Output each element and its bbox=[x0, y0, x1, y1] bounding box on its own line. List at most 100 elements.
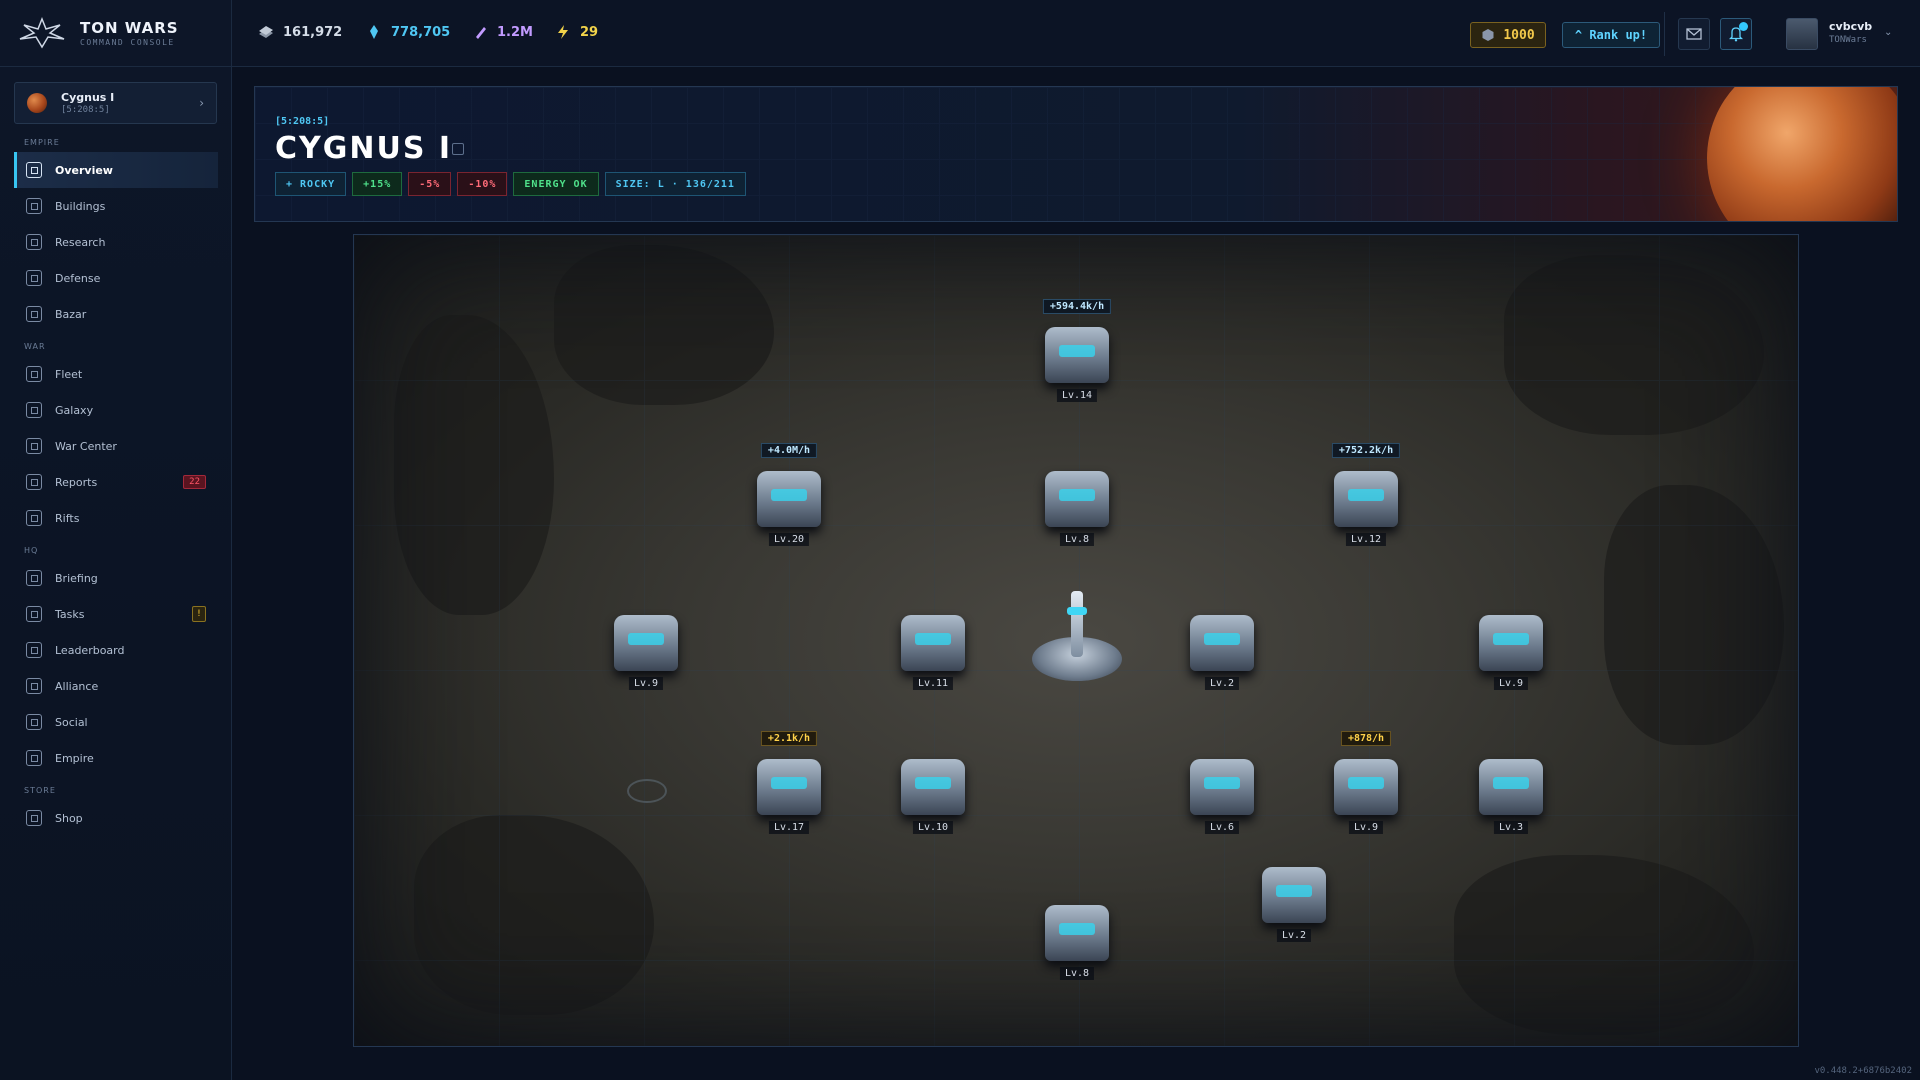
user-subtitle: TONWars bbox=[1829, 35, 1867, 45]
building-level: Lv.10 bbox=[912, 821, 954, 834]
building-robotics-factory[interactable]: Lv.11 bbox=[888, 603, 978, 703]
building-level: Lv.9 bbox=[1348, 821, 1384, 834]
metal-resource: 161,972 bbox=[258, 24, 342, 40]
sidebar-item-overview[interactable]: Overview bbox=[14, 152, 218, 188]
sidebar-item-galaxy[interactable]: Galaxy bbox=[0, 392, 232, 428]
deuterium-resource: 1.2M bbox=[472, 24, 533, 40]
sidebar-item-label: Overview bbox=[55, 163, 113, 177]
gold-balance[interactable]: 1000 bbox=[1470, 22, 1546, 48]
command-center[interactable] bbox=[1022, 587, 1132, 697]
bazar-icon bbox=[26, 306, 42, 322]
app-title: TON WARS bbox=[80, 19, 179, 37]
avatar[interactable] bbox=[1786, 18, 1818, 50]
planet-tags: + ROCKY +15% -5% -10% ENERGY OK SIZE: L … bbox=[275, 172, 746, 196]
notifications-button[interactable] bbox=[1720, 18, 1752, 50]
sidebar-item-label: Research bbox=[55, 235, 106, 249]
crystal-icon bbox=[370, 25, 378, 39]
building-silo[interactable]: Lv.3 bbox=[1466, 747, 1556, 847]
tag-crystal-penalty: -5% bbox=[408, 172, 452, 196]
sidebar-item-research[interactable]: Research bbox=[0, 224, 232, 260]
tasks-alert-badge: ! bbox=[192, 606, 206, 622]
sidebar-item-rifts[interactable]: Rifts bbox=[0, 500, 232, 536]
building-level: Lv.17 bbox=[768, 821, 810, 834]
sidebar-item-reports[interactable]: Reports 22 bbox=[0, 464, 232, 500]
building-level: Lv.9 bbox=[1493, 677, 1529, 690]
sidebar-item-label: Galaxy bbox=[55, 403, 94, 417]
defense-icon bbox=[26, 270, 42, 286]
planet-header: [5:208:5] CYGNUS I + ROCKY +15% -5% -10%… bbox=[254, 86, 1898, 222]
building-crystal-mine[interactable]: +752.2k/h Lv.12 bbox=[1321, 443, 1411, 559]
tasks-icon bbox=[26, 606, 42, 622]
alliance-icon bbox=[26, 678, 42, 694]
deuterium-amount: 1.2M bbox=[497, 24, 533, 40]
sidebar-item-bazar[interactable]: Bazar bbox=[0, 296, 232, 332]
sidebar-item-label: Alliance bbox=[55, 679, 99, 693]
sidebar-item-label: Reports bbox=[55, 475, 98, 489]
research-icon bbox=[26, 234, 42, 250]
building-fusion-reactor[interactable]: +878/h Lv.9 bbox=[1321, 731, 1411, 847]
war-center-icon bbox=[26, 438, 42, 454]
sidebar-item-label: Leaderboard bbox=[55, 643, 125, 657]
user-name[interactable]: cvbcvb bbox=[1829, 20, 1872, 33]
tag-planet-type: + ROCKY bbox=[275, 172, 347, 196]
sidebar: TON WARS COMMAND CONSOLE Cygnus I [5:208… bbox=[0, 0, 232, 1080]
building-shipyard[interactable]: Lv.9 bbox=[601, 603, 691, 703]
sidebar-item-leaderboard[interactable]: Leaderboard bbox=[0, 632, 232, 668]
building-level: Lv.2 bbox=[1276, 929, 1312, 942]
building-crystal-storage[interactable]: Lv.9 bbox=[1466, 603, 1556, 703]
sidebar-item-fleet[interactable]: Fleet bbox=[0, 356, 232, 392]
galaxy-icon bbox=[26, 402, 42, 418]
building-metal-mine[interactable]: +594.4k/h Lv.14 bbox=[1032, 299, 1122, 415]
mail-icon bbox=[1686, 28, 1702, 40]
energy-amount: 29 bbox=[580, 24, 599, 40]
building-terraformer[interactable]: Lv.2 bbox=[1249, 855, 1339, 955]
sidebar-item-tasks[interactable]: Tasks ! bbox=[0, 596, 232, 632]
building-level: Lv.9 bbox=[628, 677, 664, 690]
building-factory[interactable]: Lv.6 bbox=[1177, 747, 1267, 847]
tag-metal-bonus: +15% bbox=[352, 172, 403, 196]
sidebar-item-empire[interactable]: Empire bbox=[0, 740, 232, 776]
app-subtitle: COMMAND CONSOLE bbox=[80, 38, 175, 47]
divider bbox=[1664, 12, 1665, 56]
sidebar-item-label: Bazar bbox=[55, 307, 87, 321]
sidebar-item-shop[interactable]: Shop bbox=[0, 800, 232, 836]
nav-section-hq: HQ bbox=[24, 546, 39, 555]
messages-button[interactable] bbox=[1678, 18, 1710, 50]
sidebar-item-defense[interactable]: Defense bbox=[0, 260, 232, 296]
buildings-icon bbox=[26, 198, 42, 214]
building-solar-plant[interactable]: +2.1k/h Lv.17 bbox=[744, 731, 834, 847]
metal-amount: 161,972 bbox=[283, 24, 343, 40]
sidebar-item-briefing[interactable]: Briefing bbox=[0, 560, 232, 596]
building-level: Lv.20 bbox=[768, 533, 810, 546]
building-level: Lv.3 bbox=[1493, 821, 1529, 834]
briefing-icon bbox=[26, 570, 42, 586]
sidebar-item-social[interactable]: Social bbox=[0, 704, 232, 740]
metal-icon bbox=[259, 26, 273, 38]
building-storage[interactable]: Lv.8 bbox=[1032, 459, 1122, 559]
gold-amount: 1000 bbox=[1503, 27, 1535, 43]
sidebar-item-war-center[interactable]: War Center bbox=[0, 428, 232, 464]
sidebar-item-buildings[interactable]: Buildings bbox=[0, 188, 232, 224]
sidebar-item-alliance[interactable]: Alliance bbox=[0, 668, 232, 704]
planet-map[interactable]: +594.4k/h Lv.14 +4.0M/h Lv.20 Lv.8 +752.… bbox=[353, 234, 1799, 1047]
app-logo[interactable]: TON WARS COMMAND CONSOLE bbox=[0, 0, 231, 67]
building-research-lab[interactable]: Lv.2 bbox=[1177, 603, 1267, 703]
nav-section-empire: EMPIRE bbox=[24, 138, 60, 147]
production-rate: +594.4k/h bbox=[1042, 299, 1112, 314]
crystal-amount: 778,705 bbox=[391, 24, 451, 40]
production-rate: +878/h bbox=[1340, 731, 1392, 746]
building-deuterium-tank[interactable]: Lv.8 bbox=[1032, 893, 1122, 993]
building-level: Lv.2 bbox=[1204, 677, 1240, 690]
crystal-resource: 778,705 bbox=[366, 24, 450, 40]
sidebar-item-label: Rifts bbox=[55, 511, 80, 525]
edit-icon[interactable] bbox=[452, 143, 464, 155]
building-hangar[interactable]: Lv.10 bbox=[888, 747, 978, 847]
leaderboard-icon bbox=[26, 642, 42, 658]
nav-section-store: STORE bbox=[24, 786, 56, 795]
building-level: Lv.8 bbox=[1059, 533, 1095, 546]
rank-up-button[interactable]: ^ Rank up! bbox=[1562, 22, 1660, 48]
chevron-down-icon[interactable]: ⌄ bbox=[1884, 27, 1892, 38]
production-rate: +4.0M/h bbox=[760, 443, 818, 458]
building-deuterium-synth[interactable]: +4.0M/h Lv.20 bbox=[744, 443, 834, 559]
planet-selector[interactable]: Cygnus I [5:208:5] › bbox=[14, 82, 217, 124]
